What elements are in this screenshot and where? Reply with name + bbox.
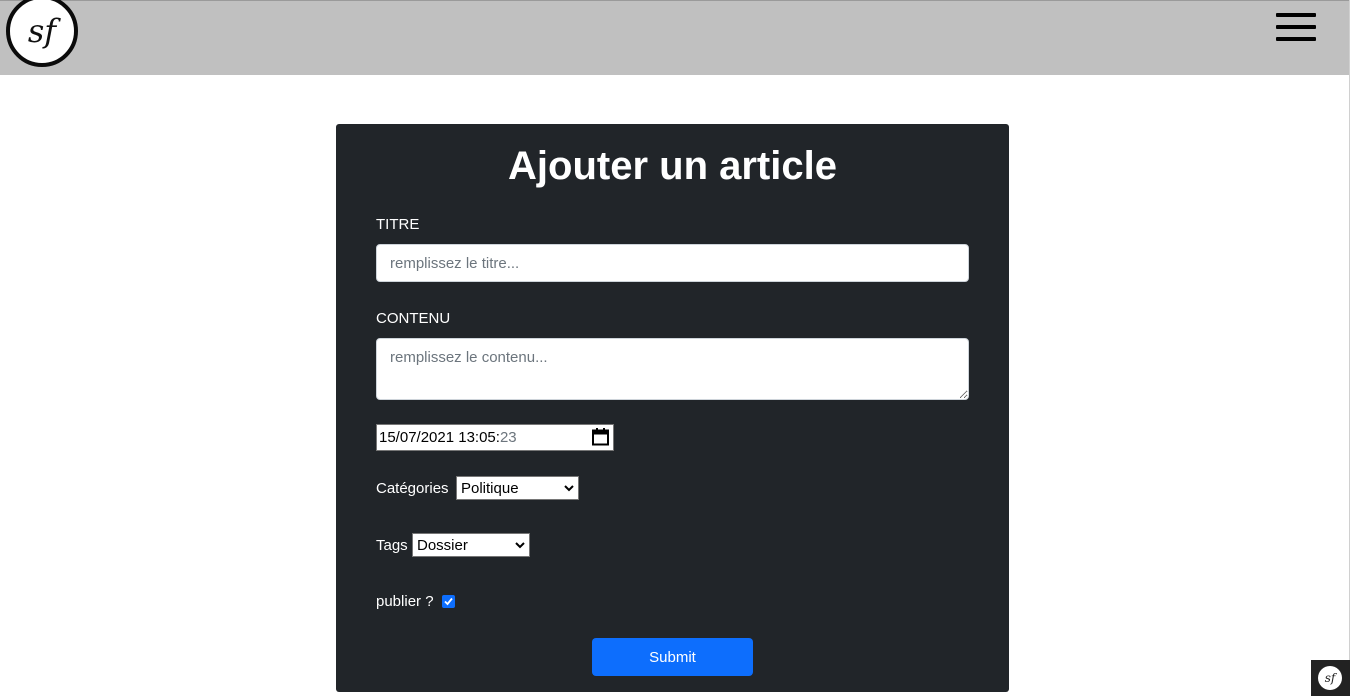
- date-input[interactable]: 15/07/2021 13:05:23: [376, 424, 614, 451]
- chevron-down-icon: [515, 542, 525, 549]
- calendar-icon[interactable]: [592, 428, 609, 446]
- hamburger-menu-icon[interactable]: [1276, 13, 1318, 41]
- categories-selected-value: Politique: [461, 480, 519, 497]
- categories-select[interactable]: Politique: [456, 476, 579, 500]
- tags-label: Tags: [376, 537, 408, 554]
- checkmark-icon: [444, 597, 453, 606]
- chevron-down-icon: [564, 485, 574, 492]
- top-navbar: sf: [0, 0, 1350, 75]
- publier-label: publier ?: [376, 593, 434, 610]
- page-title: Ajouter un article: [508, 144, 837, 188]
- contenu-label: CONTENU: [376, 310, 451, 327]
- symfony-logo[interactable]: sf: [6, 0, 78, 67]
- symfony-debug-toolbar-toggle[interactable]: sf: [1311, 660, 1350, 696]
- publier-checkbox[interactable]: [442, 595, 455, 608]
- tags-select[interactable]: Dossier: [412, 533, 530, 557]
- titre-input[interactable]: [376, 244, 969, 282]
- submit-button[interactable]: Submit: [592, 638, 753, 676]
- logo-text: sf: [27, 12, 57, 50]
- categories-label: Catégories: [376, 480, 449, 497]
- symfony-mini-logo: sf: [1318, 666, 1342, 690]
- add-article-form: Ajouter un article TITRE CONTENU 15/07/2…: [336, 124, 1009, 692]
- date-value: 15/07/2021 13:05:23: [379, 429, 517, 446]
- tags-selected-value: Dossier: [417, 537, 468, 554]
- titre-label: TITRE: [376, 216, 420, 233]
- contenu-textarea[interactable]: [376, 338, 969, 400]
